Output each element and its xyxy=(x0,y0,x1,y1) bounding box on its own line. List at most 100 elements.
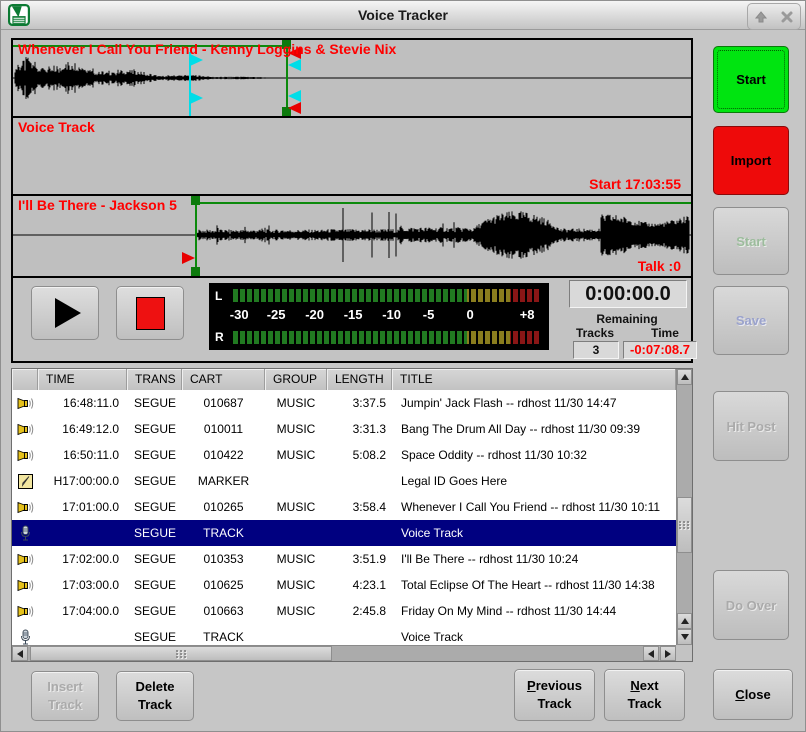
waveform-panel-voice-track[interactable]: Voice Track Start 17:03:55 xyxy=(13,118,691,196)
close-icon[interactable] xyxy=(774,4,800,29)
waveform-panel-next-event[interactable]: I'll Be There - Jackson 5 Talk :0 xyxy=(13,196,691,278)
cell-length xyxy=(327,468,392,494)
cell-length: 3:31.3 xyxy=(327,416,392,442)
vertical-scroll-thumb[interactable] xyxy=(677,497,692,553)
marker-icon xyxy=(12,468,38,494)
next-track-button[interactable]: Next Track xyxy=(604,669,685,721)
column-header-cart[interactable]: CART xyxy=(182,369,265,390)
log-row[interactable]: 16:49:12.0SEGUE010011MUSIC3:31.3Bang The… xyxy=(12,416,676,442)
start-marker-icon[interactable] xyxy=(182,252,195,264)
scroll-right-button[interactable] xyxy=(660,646,676,661)
log-row[interactable]: 17:02:00.0SEGUE010353MUSIC3:51.9I'll Be … xyxy=(12,546,676,572)
speaker-icon xyxy=(12,442,38,468)
cell-trans: SEGUE xyxy=(127,468,182,494)
cell-title: Legal ID Goes Here xyxy=(392,468,676,494)
cell-group: MUSIC xyxy=(265,494,327,520)
cell-time: 16:50:11.0 xyxy=(38,442,127,468)
log-row[interactable]: H17:00:00.0SEGUEMARKERLegal ID Goes Here xyxy=(12,468,676,494)
do-over-button: Do Over xyxy=(713,570,789,640)
cell-trans: SEGUE xyxy=(127,416,182,442)
scroll-up-button-2[interactable] xyxy=(677,613,692,629)
next-event-title: I'll Be There - Jackson 5 xyxy=(18,197,177,213)
log-row[interactable]: 17:01:00.0SEGUE010265MUSIC3:58.4Whenever… xyxy=(12,494,676,520)
vertical-scrollbar[interactable] xyxy=(676,369,692,645)
audio-level-meter: L -30-25-20-15-10-50+8 R xyxy=(209,283,549,350)
start-record-button[interactable]: Start xyxy=(713,46,789,113)
transport-bar: L -30-25-20-15-10-50+8 R 0:00:00.0 Remai… xyxy=(13,278,691,361)
meter-left-bar xyxy=(233,289,541,302)
mic-icon xyxy=(12,520,38,546)
speaker-icon xyxy=(12,598,38,624)
fade-marker-icon[interactable] xyxy=(288,59,301,71)
log-row[interactable]: 16:48:11.0SEGUE010687MUSIC3:37.5Jumpin' … xyxy=(12,390,676,416)
stop-button[interactable] xyxy=(116,286,184,340)
scroll-down-button[interactable] xyxy=(677,629,692,645)
cell-cart: 010353 xyxy=(182,546,265,572)
cell-trans: SEGUE xyxy=(127,624,182,645)
shade-icon[interactable] xyxy=(748,4,774,29)
cell-group: MUSIC xyxy=(265,390,327,416)
cell-title: I'll Be There -- rdhost 11/30 10:24 xyxy=(392,546,676,572)
column-header-group[interactable]: GROUP xyxy=(265,369,327,390)
cell-time: 17:04:00.0 xyxy=(38,598,127,624)
marker-handle-bottom[interactable] xyxy=(191,267,200,276)
speaker-icon xyxy=(12,546,38,572)
meter-tick-label: -5 xyxy=(423,307,435,322)
cell-time: H17:00:00.0 xyxy=(38,468,127,494)
marker-handle-top[interactable] xyxy=(191,196,200,205)
fade-marker-icon[interactable] xyxy=(288,90,301,102)
speaker-icon xyxy=(12,416,38,442)
column-header-time[interactable]: TIME xyxy=(38,369,127,390)
cell-cart: 010265 xyxy=(182,494,265,520)
voice-track-start-time: Start 17:03:55 xyxy=(589,176,681,192)
delete-track-button[interactable]: Delete Track xyxy=(116,671,194,721)
cell-group: MUSIC xyxy=(265,442,327,468)
cell-group: MUSIC xyxy=(265,416,327,442)
log-row[interactable]: 17:04:00.0SEGUE010663MUSIC2:45.8Friday O… xyxy=(12,598,676,624)
column-header-length[interactable]: LENGTH xyxy=(327,369,392,390)
cell-length: 3:37.5 xyxy=(327,390,392,416)
log-row[interactable]: SEGUETRACKVoice Track xyxy=(12,624,676,645)
start-marker-line[interactable] xyxy=(195,196,197,276)
cell-length: 5:08.2 xyxy=(327,442,392,468)
cell-title: Friday On My Mind -- rdhost 11/30 14:44 xyxy=(392,598,676,624)
meter-scale: -30-25-20-15-10-50+8 xyxy=(233,307,541,325)
scroll-left-button-2[interactable] xyxy=(643,646,659,661)
close-button[interactable]: Close xyxy=(713,669,793,720)
segue-marker-icon[interactable] xyxy=(288,102,301,114)
log-row[interactable]: 17:03:00.0SEGUE010625MUSIC4:23.1Total Ec… xyxy=(12,572,676,598)
meter-tick-label: 0 xyxy=(467,307,474,322)
cell-trans: SEGUE xyxy=(127,572,182,598)
horizontal-scrollbar[interactable] xyxy=(12,645,676,661)
cell-length: 2:45.8 xyxy=(327,598,392,624)
cell-time: 17:01:00.0 xyxy=(38,494,127,520)
play-button[interactable] xyxy=(31,286,99,340)
elapsed-time-display: 0:00:00.0 xyxy=(569,280,687,308)
cell-group: MUSIC xyxy=(265,598,327,624)
waveform-panel-previous-event[interactable]: Whenever I Call You Friend - Kenny Loggi… xyxy=(13,40,691,118)
tracks-label: Tracks xyxy=(565,326,625,340)
fade-marker-icon[interactable] xyxy=(190,92,203,104)
cell-length xyxy=(327,520,392,546)
scroll-left-button[interactable] xyxy=(12,646,28,661)
stop-icon xyxy=(136,297,165,330)
column-header-icon[interactable] xyxy=(12,369,38,390)
cell-length: 4:23.1 xyxy=(327,572,392,598)
horizontal-scroll-thumb[interactable] xyxy=(30,646,332,661)
speaker-icon xyxy=(12,390,38,416)
log-header: TIMETRANSCARTGROUPLENGTHTITLE xyxy=(12,369,676,391)
speaker-icon xyxy=(12,494,38,520)
import-button[interactable]: Import xyxy=(713,126,789,195)
column-header-title[interactable]: TITLE xyxy=(392,369,676,390)
time-label: Time xyxy=(635,326,695,340)
column-header-trans[interactable]: TRANS xyxy=(127,369,182,390)
cell-trans: SEGUE xyxy=(127,442,182,468)
hit-post-button: Hit Post xyxy=(713,391,789,461)
cell-group xyxy=(265,520,327,546)
log-row[interactable]: 16:50:11.0SEGUE010422MUSIC5:08.2Space Od… xyxy=(12,442,676,468)
voice-tracker-window: Voice Tracker xyxy=(0,0,806,732)
scroll-up-button[interactable] xyxy=(677,369,692,385)
previous-track-button[interactable]: Previous Track xyxy=(514,669,595,721)
log-row-selected[interactable]: SEGUETRACKVoice Track xyxy=(12,520,676,546)
voice-track-title: Voice Track xyxy=(18,119,95,135)
